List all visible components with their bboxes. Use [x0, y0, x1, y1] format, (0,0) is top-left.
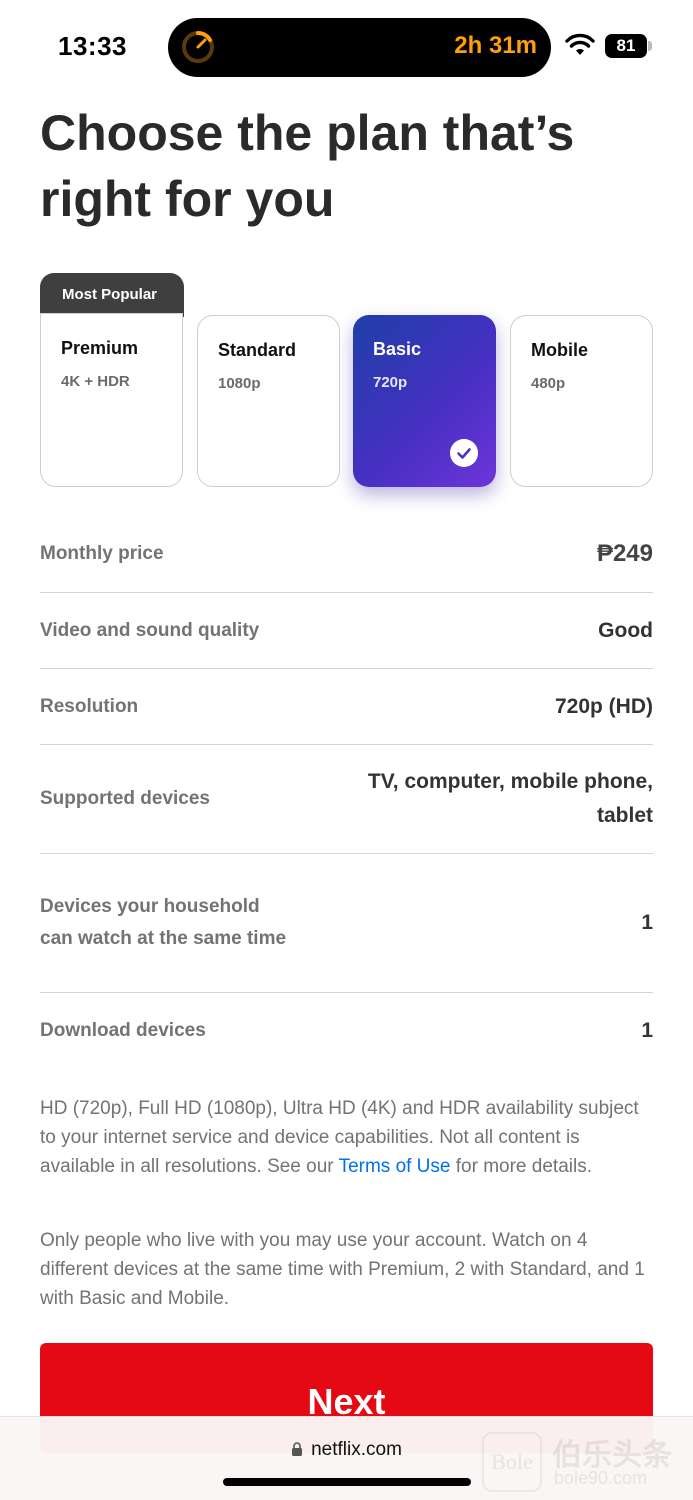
plan-card-premium[interactable]: Premium 4K + HDR: [40, 313, 183, 487]
detail-label: Devices your household can watch at the …: [40, 896, 287, 949]
page-title: Choose the plan that’s right for you: [40, 105, 575, 227]
checkmark-icon: [450, 439, 478, 467]
detail-row-household-devices: Devices your household can watch at the …: [40, 854, 653, 993]
detail-value: 1: [641, 1019, 653, 1042]
plan-details-table: Monthly price ₱249 Video and sound quali…: [40, 515, 653, 1069]
availability-note: HD (720p), Full HD (1080p), Ultra HD (4K…: [40, 1094, 650, 1181]
detail-value: TV, computer, mobile phone, tablet: [367, 770, 653, 827]
detail-label: Download devices: [40, 1020, 206, 1041]
detail-row-supported-devices: Supported devices TV, computer, mobile p…: [40, 745, 653, 854]
battery-icon: 81: [605, 34, 647, 58]
detail-row-monthly-price: Monthly price ₱249: [40, 515, 653, 593]
home-indicator[interactable]: [223, 1478, 471, 1486]
plan-card-standard[interactable]: Standard 1080p: [197, 315, 340, 487]
plan-name: Basic: [373, 339, 422, 359]
most-popular-badge: Most Popular: [40, 273, 184, 317]
plan-card-mobile[interactable]: Mobile 480p: [510, 315, 653, 487]
detail-value: 1: [641, 911, 653, 934]
household-note: Only people who live with you may use yo…: [40, 1230, 645, 1309]
status-bar: 13:33 2h 31m 81: [0, 0, 693, 90]
watermark-subtext: bole90.com: [554, 1468, 648, 1488]
timer-remaining: 2h 31m: [454, 32, 537, 59]
wifi-icon: [565, 33, 595, 55]
url-text: netflix.com: [311, 1439, 402, 1460]
plan-resolution: 480p: [531, 375, 566, 392]
terms-of-use-link[interactable]: Terms of Use: [339, 1156, 451, 1177]
watermark: Bole 伯乐头条 bole90.com: [482, 1428, 692, 1498]
plan-resolution: 4K + HDR: [61, 373, 130, 390]
detail-label: Resolution: [40, 695, 139, 717]
plan-name: Mobile: [531, 340, 588, 360]
plan-resolution: 720p: [373, 374, 408, 391]
detail-row-resolution: Resolution 720p (HD): [40, 669, 653, 745]
detail-label: Supported devices: [40, 788, 210, 809]
battery-nub: [648, 41, 652, 51]
lock-icon: [292, 1442, 303, 1456]
watermark-logo: Bole: [482, 1432, 542, 1492]
detail-value: ₱249: [596, 539, 653, 567]
timer-icon: [182, 31, 214, 63]
note-text: for more details.: [450, 1156, 592, 1177]
plan-name: Premium: [61, 338, 139, 358]
detail-label: Video and sound quality: [40, 619, 260, 641]
plan-name: Standard: [218, 340, 297, 360]
detail-value: 720p (HD): [554, 694, 653, 718]
dynamic-island[interactable]: 2h 31m: [168, 18, 551, 77]
status-time: 13:33: [58, 31, 127, 61]
detail-value: Good: [598, 618, 653, 642]
detail-row-video-quality: Video and sound quality Good: [40, 593, 653, 669]
plan-resolution: 1080p: [218, 375, 261, 392]
detail-row-download-devices: Download devices 1: [40, 993, 653, 1069]
detail-label: Monthly price: [40, 542, 164, 564]
plan-card-basic[interactable]: Basic 720p: [353, 315, 496, 487]
